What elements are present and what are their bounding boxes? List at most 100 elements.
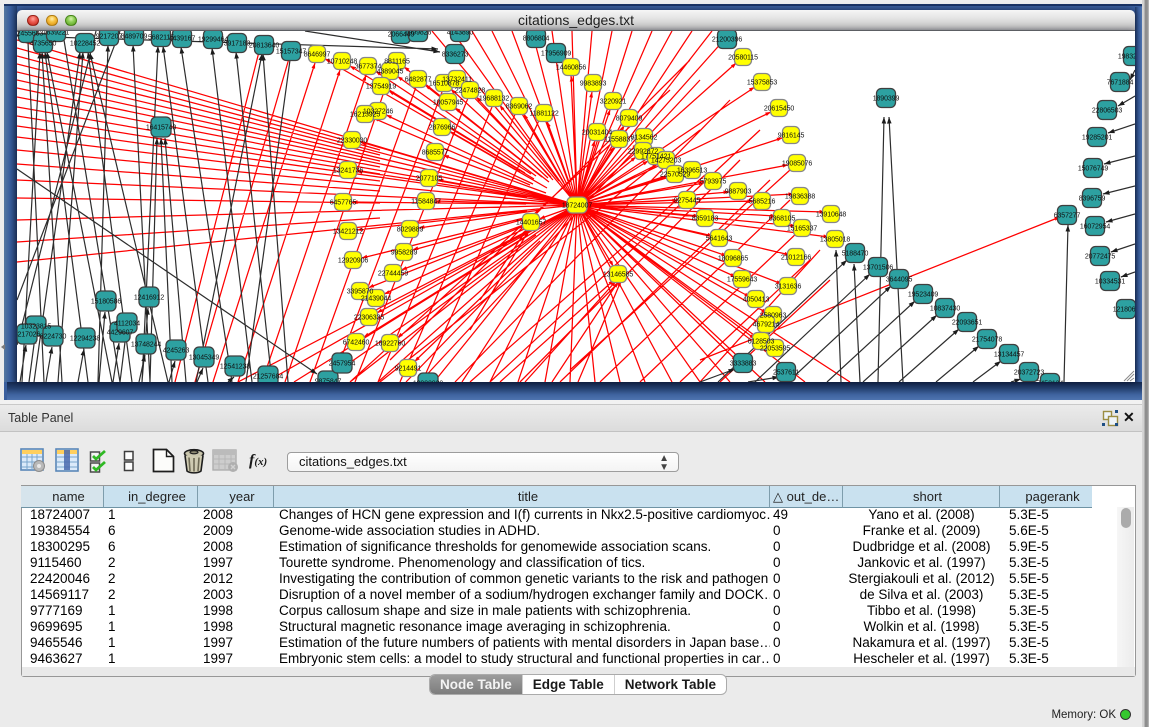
svg-text:11584847: 11584847 <box>411 199 441 206</box>
svg-text:5188470: 5188470 <box>842 251 869 258</box>
svg-text:16072954: 16072954 <box>1080 224 1111 231</box>
svg-text:1839221: 1839221 <box>43 31 70 37</box>
svg-text:12416912: 12416912 <box>134 295 165 302</box>
svg-text:13241736: 13241736 <box>333 168 364 175</box>
svg-text:8489709: 8489709 <box>121 34 148 41</box>
svg-text:3220921: 3220921 <box>600 99 627 106</box>
svg-text:4050413: 4050413 <box>743 297 770 304</box>
svg-text:4439167: 4439167 <box>169 36 196 43</box>
svg-text:14401657: 14401657 <box>516 220 547 227</box>
svg-text:22806503: 22806503 <box>1092 108 1123 115</box>
svg-text:17956909: 17956909 <box>541 51 572 58</box>
svg-text:8369062: 8369062 <box>506 104 533 111</box>
svg-text:14460856: 14460856 <box>556 65 587 72</box>
svg-text:18922760: 18922760 <box>375 341 406 348</box>
svg-text:13045349: 13045349 <box>189 355 220 362</box>
svg-text:13146585: 13146585 <box>603 272 634 279</box>
svg-text:15157347: 15157347 <box>276 49 307 56</box>
svg-text:13701506: 13701506 <box>863 265 894 272</box>
svg-text:21200396: 21200396 <box>712 37 743 44</box>
svg-text:9275445: 9275445 <box>674 198 701 205</box>
svg-text:13754919: 13754919 <box>366 84 397 91</box>
svg-text:9217207: 9217207 <box>96 34 123 41</box>
svg-text:9875847: 9875847 <box>315 379 342 383</box>
svg-text:19836388: 19836388 <box>785 194 816 201</box>
svg-text:6457765: 6457765 <box>330 200 357 207</box>
svg-text:18992829: 18992829 <box>413 381 444 383</box>
svg-text:3644095: 3644095 <box>886 277 913 284</box>
svg-text:10837430: 10837430 <box>930 306 961 313</box>
svg-text:18724007: 18724007 <box>562 203 593 210</box>
svg-text:13732411: 13732411 <box>442 77 472 84</box>
svg-text:5685216: 5685216 <box>749 199 776 206</box>
svg-text:22474828: 22474828 <box>455 88 486 95</box>
svg-text:9214491: 9214491 <box>395 366 422 373</box>
svg-text:9887903: 9887903 <box>725 189 752 196</box>
svg-text:15375853: 15375853 <box>747 80 778 87</box>
svg-text:8806804: 8806804 <box>523 36 550 43</box>
svg-text:22093651: 22093651 <box>952 320 983 327</box>
svg-text:2580963: 2580963 <box>760 313 787 320</box>
svg-text:20372723: 20372723 <box>1014 370 1045 377</box>
svg-text:3333883: 3333883 <box>730 361 757 368</box>
svg-text:13421212: 13421212 <box>333 229 364 236</box>
svg-text:9816145: 9816145 <box>778 133 805 140</box>
svg-text:9983893: 9983893 <box>580 81 607 88</box>
svg-text:6128503: 6128503 <box>748 339 775 346</box>
svg-text:12294238: 12294238 <box>70 336 101 343</box>
svg-text:4389045: 4389045 <box>377 69 404 76</box>
svg-text:12541238: 12541238 <box>220 364 251 371</box>
svg-text:8646997: 8646997 <box>304 52 331 59</box>
svg-text:8336273: 8336273 <box>442 52 469 59</box>
svg-text:15180586: 15180586 <box>91 299 122 306</box>
svg-text:21012166: 21012166 <box>781 255 812 262</box>
svg-text:20615450: 20615450 <box>764 106 795 113</box>
svg-text:2077105: 2077105 <box>416 176 443 183</box>
svg-text:20031404: 20031404 <box>582 130 613 137</box>
svg-text:9958289: 9958289 <box>391 250 418 257</box>
svg-text:13910648: 13910648 <box>816 212 847 219</box>
svg-text:2537611: 2537611 <box>773 370 799 377</box>
svg-text:16415740: 16415740 <box>146 125 177 132</box>
svg-text:21257684: 21257684 <box>253 374 284 381</box>
svg-text:12920906: 12920906 <box>338 258 369 265</box>
svg-text:3131636: 3131636 <box>775 284 802 291</box>
svg-text:16213925: 16213925 <box>350 112 381 119</box>
svg-text:4112034: 4112034 <box>114 321 140 328</box>
svg-text:22306335: 22306335 <box>354 315 385 322</box>
svg-text:5641643: 5641643 <box>706 236 733 243</box>
svg-text:7671884: 7671884 <box>1107 80 1134 87</box>
svg-text:15076749: 15076749 <box>1078 166 1109 173</box>
svg-text:17559643: 17559643 <box>727 277 758 284</box>
svg-text:13134457: 13134457 <box>994 352 1025 359</box>
svg-text:10710248: 10710248 <box>327 59 358 66</box>
svg-text:11881122: 11881122 <box>529 111 559 118</box>
svg-text:11558837: 11558837 <box>604 137 634 144</box>
svg-text:2876966: 2876966 <box>429 125 456 132</box>
svg-text:8685577: 8685577 <box>422 150 449 157</box>
svg-text:10057945: 10057945 <box>433 100 464 107</box>
svg-text:21754078: 21754078 <box>972 337 1003 344</box>
svg-text:1890399: 1890399 <box>873 96 900 103</box>
svg-text:4735650: 4735650 <box>30 41 57 48</box>
svg-text:20772475: 20772475 <box>1085 254 1116 261</box>
svg-text:1218062: 1218062 <box>1113 307 1135 314</box>
svg-text:4143890: 4143890 <box>447 31 474 37</box>
svg-text:19832259: 19832259 <box>1118 54 1135 61</box>
svg-text:6357277: 6357277 <box>1054 213 1081 220</box>
svg-text:18096865: 18096865 <box>718 256 749 263</box>
svg-text:8134562: 8134562 <box>631 135 658 142</box>
svg-text:2457954: 2457954 <box>329 361 356 368</box>
svg-text:8079409: 8079409 <box>616 116 643 123</box>
svg-text:3395870: 3395870 <box>347 289 374 296</box>
svg-text:22455603: 22455603 <box>17 31 43 38</box>
svg-text:22744459: 22744459 <box>378 271 409 278</box>
svg-text:4679214: 4679214 <box>753 322 780 329</box>
svg-text:7452134: 7452134 <box>1037 381 1064 383</box>
svg-text:19523409: 19523409 <box>908 292 939 299</box>
svg-text:10334531: 10334531 <box>1095 279 1126 286</box>
svg-text:8224730: 8224730 <box>40 334 67 341</box>
svg-text:22053595: 22053595 <box>760 346 791 353</box>
svg-text:22330030: 22330030 <box>337 138 368 145</box>
svg-text:21439044: 21439044 <box>361 296 392 303</box>
